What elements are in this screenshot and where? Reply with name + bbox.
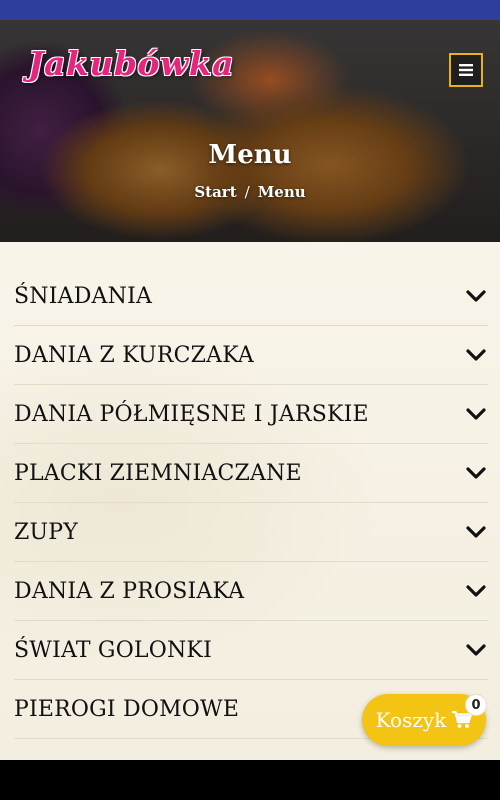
category-label: DANIA Z KURCZAKA (14, 342, 255, 368)
site-logo[interactable]: Jakubówka (28, 44, 234, 83)
chevron-down-icon[interactable] (466, 349, 486, 361)
category-row[interactable]: ZUPY (14, 503, 488, 562)
hamburger-menu-button[interactable] (449, 53, 483, 87)
category-row[interactable]: DANIA Z KURCZAKA (14, 326, 488, 385)
category-label: ŚWIAT GOLONKI (14, 637, 212, 663)
category-row[interactable]: DANIA PÓŁMIĘSNE I JARSKIE (14, 385, 488, 444)
category-label: PLACKI ZIEMNIACZANE (14, 460, 302, 486)
category-row[interactable]: PLACKI ZIEMNIACZANE (14, 444, 488, 503)
category-label: DANIA PÓŁMIĘSNE I JARSKIE (14, 401, 369, 427)
menu-content: ŚNIADANIA DANIA Z KURCZAKA DANIA PÓŁMIĘSNE… (0, 242, 500, 760)
chevron-down-icon[interactable] (466, 290, 486, 302)
hamburger-icon (459, 64, 473, 76)
breadcrumb-current: Menu (257, 183, 306, 201)
breadcrumb-separator: / (244, 183, 250, 201)
category-label: ŚNIADANIA (14, 283, 153, 309)
category-label: DANIA Z PROSIAKA (14, 578, 245, 604)
top-status-bar (0, 0, 500, 20)
chevron-down-icon[interactable] (466, 526, 486, 538)
category-row[interactable]: ŚNIADANIA (14, 267, 488, 326)
page-title: Menu (208, 140, 292, 170)
category-label: ZUPY (14, 519, 78, 545)
cart-count-badge: 0 (465, 694, 487, 716)
breadcrumb: Start / Menu (0, 183, 500, 201)
breadcrumb-home-link[interactable]: Start (194, 183, 236, 201)
bottom-black-bar (0, 760, 500, 800)
category-list: ŚNIADANIA DANIA Z KURCZAKA DANIA PÓŁMIĘSNE… (14, 267, 488, 739)
cart-label: Koszyk (375, 708, 447, 732)
chevron-down-icon[interactable] (466, 585, 486, 597)
category-row[interactable]: DANIA Z PROSIAKA (14, 562, 488, 621)
chevron-down-icon[interactable] (466, 644, 486, 656)
chevron-down-icon[interactable] (466, 408, 486, 420)
category-row[interactable]: ŚWIAT GOLONKI (14, 621, 488, 680)
category-label: PIEROGI DOMOWE (14, 696, 240, 722)
chevron-down-icon[interactable] (466, 467, 486, 479)
